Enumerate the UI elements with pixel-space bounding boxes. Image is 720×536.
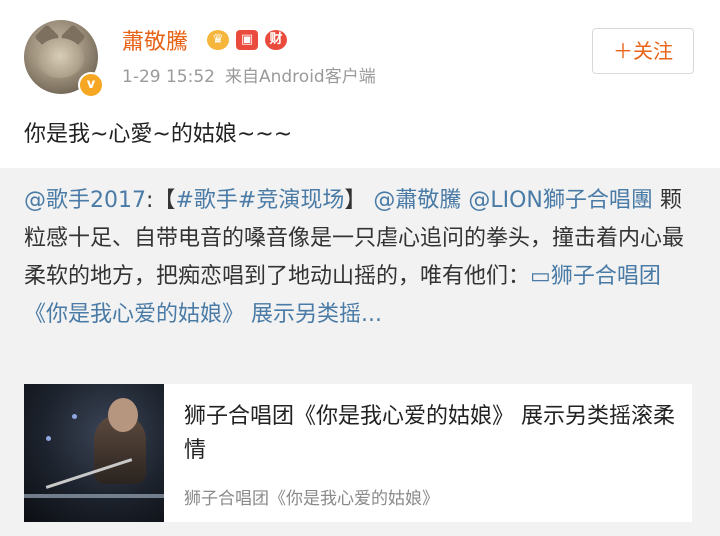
video-card-subtitle: 狮子合唱团《你是我心爱的姑娘》 [184,489,439,509]
retweet-block[interactable]: @歌手2017:【#歌手#竞演现场】 @蕭敬騰 @LION獅子合唱團 颗粒感十足… [0,168,720,536]
post-text: 你是我~心愛~的姑娘~~~ [24,122,293,147]
follow-button[interactable]: ＋关注 [592,28,694,74]
hashtag-singer[interactable]: #歌手#竞演现场 [175,188,344,213]
video-icon: ▭ [530,264,551,289]
hashtag-singer-label: #歌手# [175,188,257,213]
verified-badge-icon: v [78,72,104,98]
stage-light [72,414,77,419]
stage-light [46,436,51,441]
stage-bar [24,494,164,498]
mention-lion[interactable]: @LION獅子合唱團 [468,188,653,213]
video-thumbnail[interactable] [24,384,164,522]
red-packet-icon[interactable]: ▣ [236,30,258,50]
mention-singer2017[interactable]: @歌手2017 [24,188,146,213]
hashtag-stage-label: 竞演现场 [256,188,345,213]
bracket-close: 】 [344,188,367,213]
post-time: 1-29 15:52 [122,67,215,87]
wealth-icon[interactable]: 财 [265,30,287,50]
post-header: v 蕭敬騰 ♛ ▣ 财 1-29 15:52 来自Android客户端 ＋关注 你… [0,0,720,160]
member-crown-icon[interactable]: ♛ [207,30,229,50]
username[interactable]: 蕭敬騰 [122,24,188,56]
avatar-cat-face [36,38,84,78]
retweet-text: @歌手2017:【#歌手#竞演现场】 @蕭敬騰 @LION獅子合唱團 颗粒感十足… [24,182,696,334]
bracket-open: 【 [153,188,176,213]
video-card-title[interactable]: 狮子合唱团《你是我心爱的姑娘》 展示另类摇滚柔情 [184,400,680,468]
post-meta: 1-29 15:52 来自Android客户端 [122,62,386,87]
mention-xiao[interactable]: @蕭敬騰 [373,188,461,213]
video-card[interactable]: 狮子合唱团《你是我心爱的姑娘》 展示另类摇滚柔情 狮子合唱团《你是我心爱的姑娘》 [24,384,692,522]
singer-head [108,398,138,432]
post-source: 来自Android客户端 [224,67,376,87]
